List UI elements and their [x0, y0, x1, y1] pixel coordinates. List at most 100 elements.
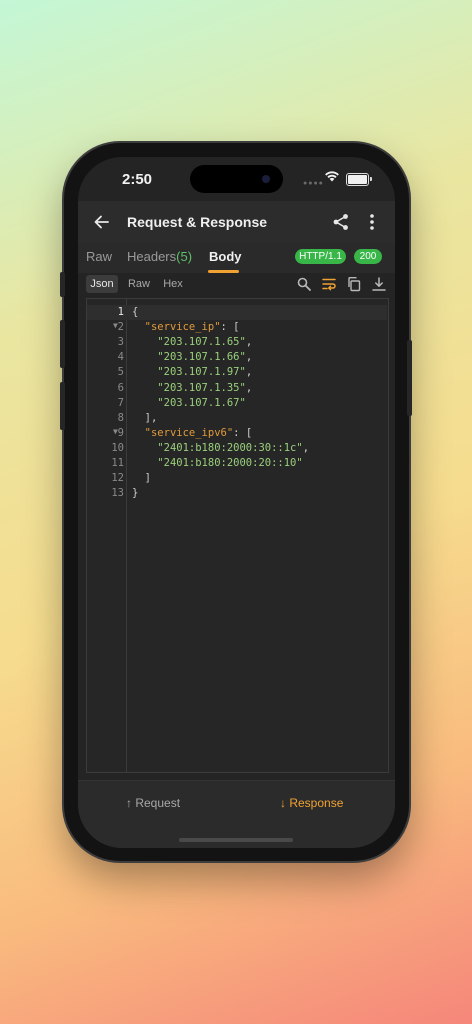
response-tab-label: Response [289, 796, 344, 810]
arrow-down-icon: ↓ [280, 796, 290, 810]
code-line: 8 ], [87, 411, 387, 426]
code-line: 2 ▼ "service_ip": [ [87, 320, 387, 335]
code-text: "203.107.1.97", [132, 366, 252, 378]
code-line: 4 "203.107.1.66", [87, 350, 387, 365]
json-punctuation: , [245, 336, 253, 349]
line-number: 5 [117, 366, 124, 379]
code-text: "2401:b180:2000:30::1c", [132, 442, 309, 454]
format-hex[interactable]: Hex [160, 275, 186, 293]
json-punctuation [132, 397, 157, 409]
json-punctuation: } [132, 487, 139, 500]
arrow-up-icon: ↑ [126, 796, 136, 810]
code-text: "2401:b180:2000:20::10" [132, 457, 303, 469]
headers-count: (5) [176, 249, 193, 264]
json-punctuation: { [132, 306, 139, 318]
code-text: "203.107.1.67" [132, 397, 246, 409]
power-button [407, 340, 412, 416]
line-number: 2 [117, 321, 124, 334]
json-punctuation: : [ [233, 426, 253, 439]
line-number: 11 [111, 457, 124, 469]
code-line: 3 "203.107.1.65", [87, 335, 387, 350]
wifi-icon [325, 171, 339, 182]
json-punctuation: , [245, 366, 253, 379]
tab-raw[interactable]: Raw [86, 249, 112, 264]
code-line: 5 "203.107.1.97", [87, 365, 387, 380]
json-string: "203.107.1.65" [157, 336, 246, 349]
json-string: "203.107.1.66" [157, 351, 246, 364]
code-text: { [132, 306, 138, 318]
code-text: "203.107.1.35", [132, 382, 252, 394]
fold-arrow-icon[interactable]: ▼ [113, 321, 118, 330]
status-bar: 2:50 ●●●● [78, 157, 395, 201]
cellular-icon: ●●●● [303, 180, 324, 187]
code-line: 7 "203.107.1.67" [87, 396, 387, 411]
code-text: "203.107.1.66", [132, 351, 252, 363]
download-icon[interactable] [371, 276, 387, 292]
json-punctuation: , [245, 351, 253, 364]
format-raw[interactable]: Raw [125, 275, 153, 293]
request-tab[interactable]: ↑ Request [126, 796, 180, 810]
json-punctuation [132, 442, 157, 454]
json-string: "203.107.1.35" [157, 381, 246, 394]
json-punctuation [132, 382, 157, 394]
mute-switch [60, 272, 65, 297]
json-punctuation [132, 351, 157, 363]
line-number: 12 [111, 472, 124, 485]
arrow-left-icon[interactable] [92, 212, 112, 232]
json-punctuation [132, 366, 157, 378]
code-text: "service_ipv6": [ [132, 427, 252, 439]
line-number: 7 [117, 396, 124, 409]
format-json[interactable]: Json [86, 275, 118, 293]
code-line: 6 "203.107.1.35", [87, 381, 387, 396]
line-number: 1 [117, 306, 124, 318]
json-punctuation [132, 336, 157, 348]
line-number: 10 [111, 441, 124, 454]
tab-headers[interactable]: Headers(5) [127, 249, 192, 264]
json-punctuation: ] [132, 472, 151, 485]
json-punctuation: , [302, 441, 310, 454]
response-tabs: Raw Headers(5) Body HTTP/1.1 200 [78, 243, 395, 273]
code-line: 10 "2401:b180:2000:30::1c", [87, 441, 387, 456]
json-string: "2401:b180:2000:20::10" [157, 457, 303, 469]
response-tab[interactable]: ↓ Response [280, 796, 343, 810]
camera-icon [262, 175, 270, 183]
protocol-badge: HTTP/1.1 [295, 249, 346, 264]
volume-up-button [60, 320, 65, 368]
wrap-text-icon[interactable] [321, 276, 337, 292]
line-number: 3 [117, 336, 124, 349]
code-line: 12 ] [87, 471, 387, 486]
volume-down-button [60, 382, 65, 430]
share-icon[interactable] [331, 212, 351, 232]
code-text: } [132, 487, 138, 499]
body-toolbar: Json Raw Hex [78, 273, 395, 297]
dynamic-island [190, 165, 283, 193]
code-text: "203.107.1.65", [132, 336, 252, 348]
json-punctuation: , [245, 381, 253, 394]
more-vertical-icon[interactable] [362, 212, 382, 232]
status-time: 2:50 [122, 171, 153, 188]
tab-body[interactable]: Body [209, 249, 242, 264]
line-number: 8 [117, 411, 124, 424]
code-text: "service_ip": [ [132, 321, 240, 334]
line-number: 13 [111, 487, 124, 500]
page-title: Request & Response [127, 214, 268, 230]
json-editor[interactable]: 1{2 ▼ "service_ip": [3 "203.107.1.65", 4 "… [86, 298, 389, 773]
json-string: "203.107.1.67" [157, 396, 246, 409]
json-key: "service_ipv6" [144, 426, 234, 439]
json-punctuation [132, 321, 145, 333]
tab-headers-label: Headers [127, 249, 177, 264]
line-number: 6 [117, 381, 124, 394]
json-punctuation: ], [132, 411, 158, 424]
code-line: 13} [87, 486, 387, 501]
copy-icon[interactable] [346, 276, 362, 292]
fold-arrow-icon[interactable]: ▼ [113, 427, 118, 436]
code-text: ] [132, 472, 151, 484]
json-key: "service_ip" [144, 321, 221, 334]
json-string: "203.107.1.97" [157, 366, 246, 379]
json-punctuation: : [ [220, 321, 240, 334]
screen: 2:50 ●●●● Request & Response Raw Headers… [78, 157, 395, 848]
search-icon[interactable] [296, 276, 312, 292]
battery-icon [346, 173, 372, 186]
request-tab-label: Request [135, 796, 181, 810]
line-number: 4 [117, 351, 124, 364]
